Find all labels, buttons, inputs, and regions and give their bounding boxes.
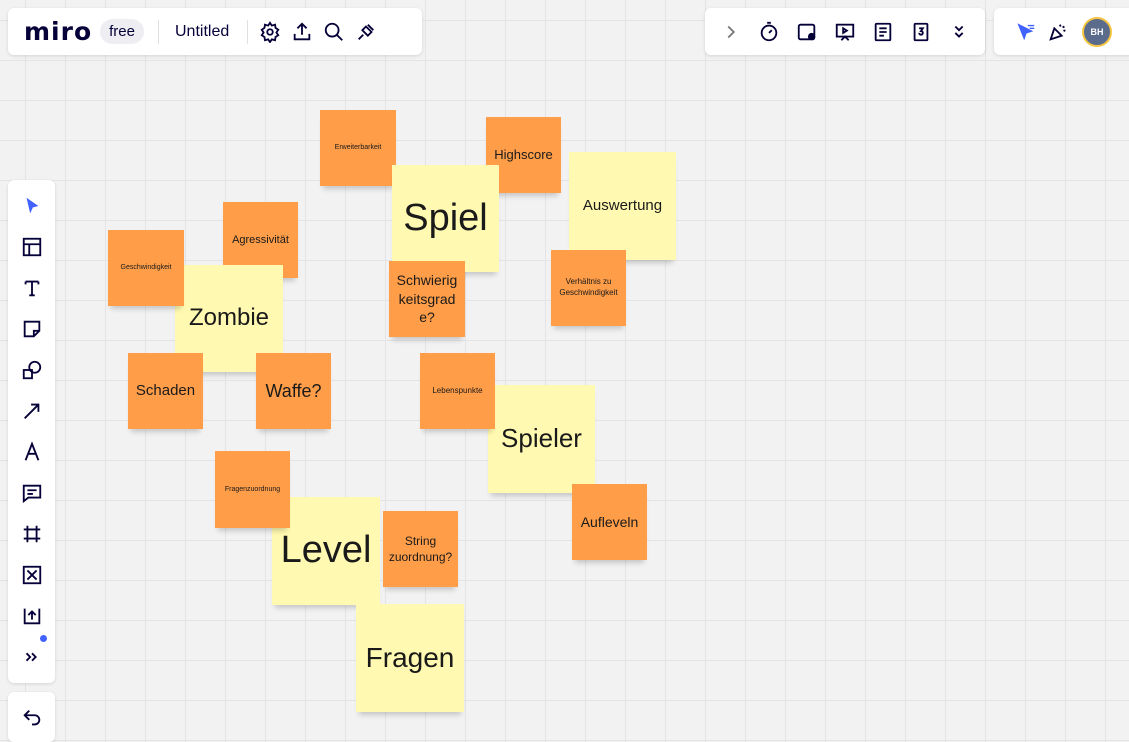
arrow-icon[interactable] [16, 395, 48, 427]
sticky-note[interactable]: Spiel [392, 165, 499, 272]
sticky-note[interactable]: Geschwindigkeit [108, 230, 184, 306]
miro-logo[interactable]: miro [24, 17, 92, 46]
sticky-note[interactable]: Schaden [128, 353, 203, 429]
sticky-note[interactable]: Verhältnis zu Geschwindigkeit [551, 250, 626, 326]
sticky-note[interactable]: Lebenspunkte [420, 353, 495, 429]
board-title[interactable]: Untitled [165, 23, 241, 41]
embed-icon[interactable] [16, 559, 48, 591]
undo-icon[interactable] [16, 702, 48, 734]
upload-icon[interactable] [16, 600, 48, 632]
collaboration-toolbar [705, 8, 985, 55]
export-icon[interactable] [286, 16, 318, 48]
sticky-note[interactable]: Erweiterbarkeit [320, 110, 396, 186]
more-tools-icon[interactable] [16, 641, 48, 673]
templates-icon[interactable] [16, 231, 48, 263]
chevron-right-icon[interactable] [715, 16, 747, 48]
sticky-note[interactable]: Auswertung [569, 152, 676, 260]
sticky-note-icon[interactable] [16, 313, 48, 345]
sticky-note[interactable]: Spieler [488, 385, 595, 493]
creation-toolbar [8, 180, 55, 683]
plugin-icon[interactable] [350, 16, 382, 48]
frame-icon[interactable] [16, 518, 48, 550]
card-icon[interactable] [905, 16, 937, 48]
voting-icon[interactable] [791, 16, 823, 48]
settings-icon[interactable] [254, 16, 286, 48]
sticky-note[interactable]: Schwierigkeitsgrade? [389, 261, 465, 337]
pen-icon[interactable] [16, 436, 48, 468]
sticky-note[interactable]: Waffe? [256, 353, 331, 429]
double-chevron-down-icon[interactable] [943, 16, 975, 48]
presentation-icon[interactable] [829, 16, 861, 48]
board-header: miro free Untitled [8, 8, 422, 55]
notes-icon[interactable] [867, 16, 899, 48]
divider [157, 19, 159, 44]
divider [247, 19, 249, 44]
sticky-note[interactable]: Fragen [356, 604, 464, 712]
plan-badge[interactable]: free [100, 19, 144, 44]
notification-dot [40, 635, 47, 642]
select-icon[interactable] [16, 190, 48, 222]
sticky-note[interactable]: Aufleveln [572, 484, 647, 560]
cursor-filter-icon[interactable] [1010, 16, 1042, 48]
user-toolbar: BH [994, 8, 1129, 55]
text-icon[interactable] [16, 272, 48, 304]
undo-panel [8, 692, 55, 742]
sticky-note[interactable]: Fragenzuordnung [215, 451, 290, 528]
shapes-icon[interactable] [16, 354, 48, 386]
timer-icon[interactable] [753, 16, 785, 48]
comment-icon[interactable] [16, 477, 48, 509]
search-icon[interactable] [318, 16, 350, 48]
sticky-note[interactable]: String zuordnung? [383, 511, 458, 587]
celebrate-icon[interactable] [1042, 16, 1074, 48]
user-avatar[interactable]: BH [1082, 16, 1112, 47]
